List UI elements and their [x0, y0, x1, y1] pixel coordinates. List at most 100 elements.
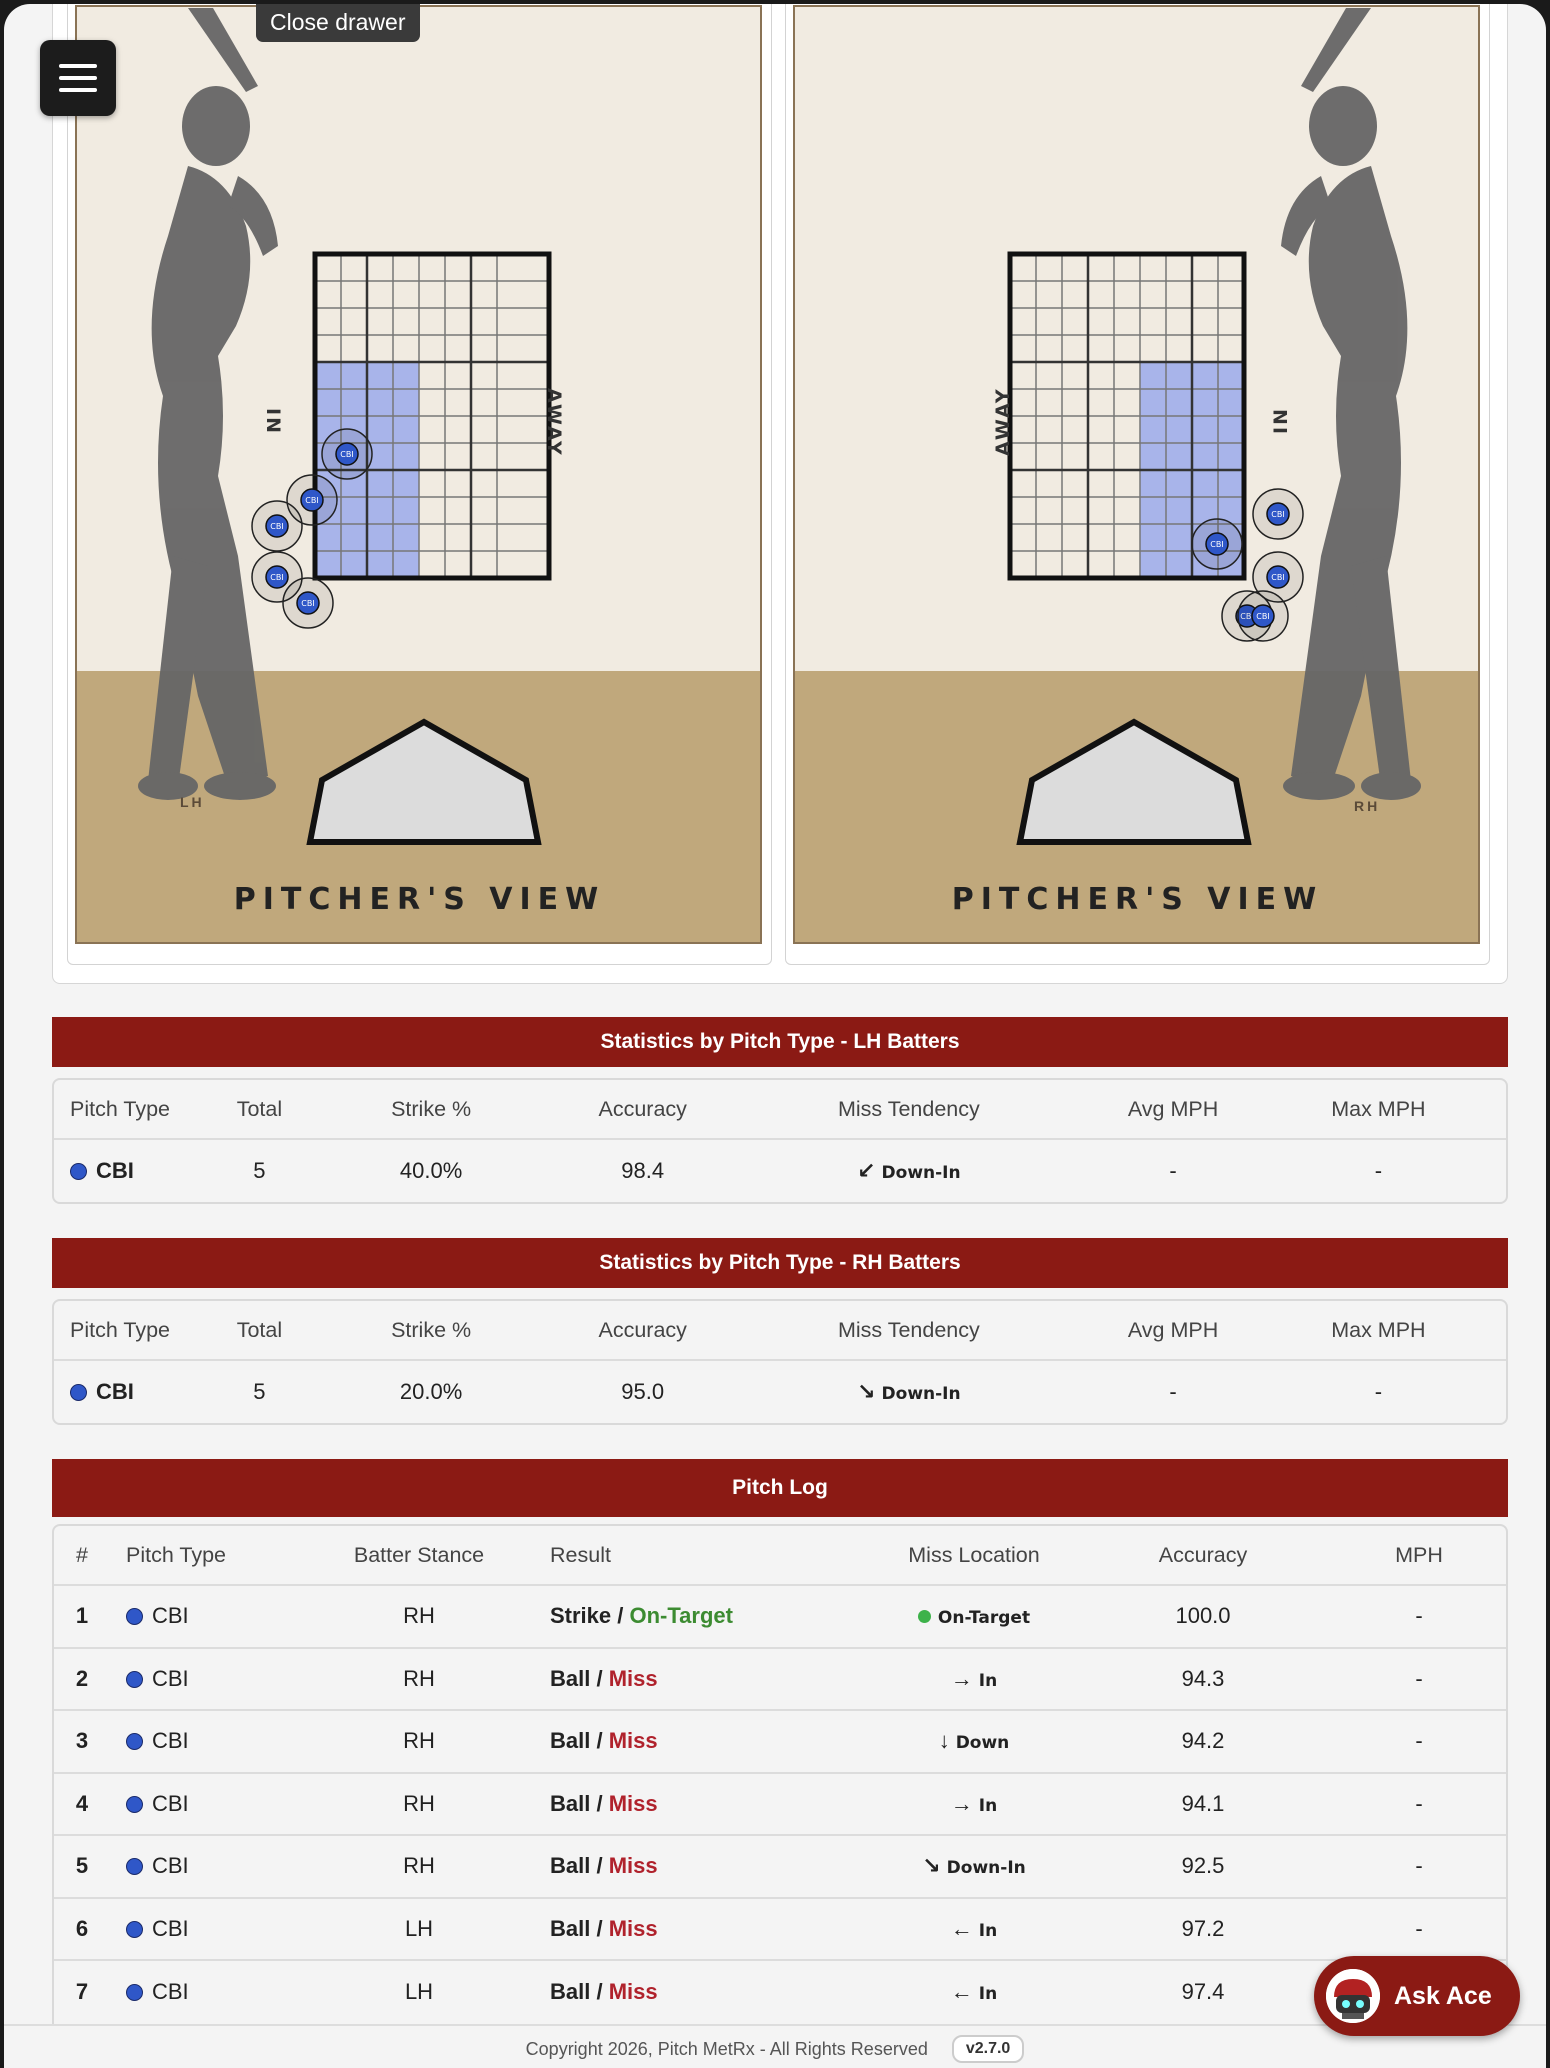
stance-label-lh: LH	[180, 794, 205, 810]
col-total: Total	[236, 1317, 283, 1342]
result-cell: Ball / Miss	[520, 1791, 874, 1817]
pitch-type-cell: CBI	[110, 1853, 318, 1879]
table-row: 7CBILHBall / Miss←In97.4-	[54, 1961, 1506, 2024]
pitch-color-dot	[126, 1858, 143, 1876]
svg-text:CBI: CBI	[301, 599, 314, 608]
col-accuracy: Accuracy	[598, 1096, 687, 1121]
result-separator: /	[590, 1979, 609, 2005]
mph-cell: -	[1415, 1853, 1423, 1879]
result-text: Strike	[550, 1603, 612, 1629]
arrow-down-left-icon: ↙	[857, 1158, 876, 1183]
row-number: 4	[75, 1790, 89, 1816]
row-number: 7	[75, 1979, 89, 2005]
table-row: CBI 5 20.0% 95.0 ↘ Down-In - -	[54, 1361, 1506, 1423]
col-number: #	[76, 1542, 88, 1567]
pitch-marker: CBI	[282, 577, 334, 629]
accuracy-cell: 97.2	[1181, 1915, 1225, 1941]
svg-text:CBI: CBI	[340, 450, 353, 459]
version-badge: v2.7.0	[951, 2035, 1025, 2063]
pitch-name: CBI	[152, 1790, 189, 1816]
lh-zone-graphic: CBI CBI CBI CBI CBI	[75, 5, 762, 944]
stats-rh-title: Statistics by Pitch Type - RH Batters	[52, 1238, 1508, 1288]
pitch-name: CBI	[152, 1853, 189, 1879]
pitch-name: CBI	[96, 1379, 134, 1404]
ask-ace-label: Ask Ace	[1394, 1981, 1492, 2010]
pitch-type-cell: CBI	[110, 1979, 318, 2005]
col-miss-tendency: Miss Tendency	[837, 1317, 980, 1342]
col-pitch-type: Pitch Type	[70, 1317, 170, 1342]
batter-stance-cell: LH	[404, 1979, 434, 2005]
svg-text:CBI: CBI	[1271, 573, 1284, 582]
col-strike: Strike %	[391, 1317, 472, 1342]
col-miss-tendency: Miss Tendency	[837, 1096, 980, 1121]
table-row: 3 CBI RH Ball / Miss ↓ Down 94.2-	[54, 1711, 1506, 1774]
pitch-name: CBI	[152, 1603, 189, 1629]
miss-location-text: In	[978, 1670, 998, 1691]
pitch-type-cell: CBI	[110, 1666, 318, 1692]
robot-avatar-icon	[1326, 1969, 1380, 2023]
result-text: Ball	[550, 1853, 591, 1879]
batter-stance-cell: RH	[403, 1603, 435, 1629]
pitch-color-dot	[126, 1670, 143, 1688]
miss-location-cell: ↘ Down-In	[874, 1853, 1074, 1879]
svg-text:CBI: CBI	[270, 522, 283, 531]
result-separator: /	[590, 1665, 609, 1691]
table-header-row: # Pitch Type Batter Stance Result Miss L…	[54, 1526, 1506, 1586]
avg-mph-cell: -	[1169, 1379, 1177, 1404]
col-miss-location: Miss Location	[908, 1542, 1040, 1567]
table-row: CBI 5 40.0% 98.4 ↙ Down-In - -	[54, 1140, 1506, 1202]
miss-location-cell: → In	[874, 1791, 1074, 1817]
row-number: 6	[75, 1915, 89, 1941]
app-frame: Close drawer CBI CBI CBI CBI CBI IN AWAY…	[4, 4, 1546, 2068]
result-separator: /	[590, 1853, 609, 1879]
pitch-type-cell: CBI	[110, 1728, 318, 1754]
ask-ace-button[interactable]: Ask Ace	[1314, 1956, 1520, 2036]
pitch-name: CBI	[96, 1158, 134, 1183]
arrow-right-icon: →	[950, 1665, 973, 1691]
col-max-mph: Max MPH	[1331, 1317, 1426, 1342]
pitch-name: CBI	[152, 1728, 189, 1754]
svg-text:CBI: CBI	[305, 496, 318, 505]
zones-card: CBI CBI CBI CBI CBI IN AWAY LH PITCHER'S…	[52, 4, 1508, 984]
outcome-text: Miss	[608, 1790, 658, 1816]
hamburger-line	[59, 76, 97, 80]
pitch-color-dot	[126, 1984, 143, 2002]
pitch-log-table: # Pitch Type Batter Stance Result Miss L…	[52, 1524, 1508, 2044]
svg-text:CBI: CBI	[1256, 612, 1269, 621]
miss-location-cell: ← In	[874, 1979, 1074, 2005]
pitchers-view-label: PITCHER'S VIEW	[951, 882, 1324, 917]
on-target-dot-icon	[917, 1610, 931, 1624]
col-result: Result	[550, 1542, 611, 1567]
table-header-row: Pitch Type Total Strike % Accuracy Miss …	[54, 1301, 1506, 1361]
row-number: 3	[75, 1728, 89, 1754]
pitch-name: CBI	[152, 1665, 189, 1691]
max-mph-cell: -	[1374, 1379, 1383, 1404]
pitch-type-cell: CBI	[110, 1603, 318, 1629]
col-avg-mph: Avg MPH	[1127, 1317, 1219, 1342]
menu-button[interactable]	[40, 40, 116, 116]
accuracy-cell: 92.5	[1181, 1853, 1225, 1879]
outcome-text: Miss	[608, 1665, 658, 1691]
zone-panel-rh: CBI CBI CBI CBI CBI AWAY IN RH PITCHER'S…	[785, 4, 1490, 965]
accuracy-cell: 100.0	[1175, 1603, 1231, 1629]
table-row: 5 CBI RH Ball / Miss ↘ Down-In 92.5-	[54, 1836, 1506, 1899]
outcome-text: Miss	[608, 1915, 658, 1941]
miss-location-text: On-Target	[937, 1608, 1031, 1629]
batter-stance-cell: RH	[403, 1790, 435, 1816]
batter-stance-cell: LH	[404, 1915, 434, 1941]
result-separator: /	[590, 1790, 609, 1816]
col-strike: Strike %	[391, 1096, 472, 1121]
row-number: 1	[75, 1603, 89, 1629]
pitch-marker: CBI	[1237, 590, 1289, 642]
tendency-text: Down-In	[881, 1384, 961, 1404]
outcome-text: Miss	[608, 1728, 658, 1754]
in-label: IN	[262, 408, 284, 435]
stats-rh-table: Pitch Type Total Strike % Accuracy Miss …	[52, 1299, 1508, 1425]
row-number: 2	[75, 1665, 89, 1691]
batter-stance-cell: RH	[403, 1853, 435, 1879]
pitch-color-dot	[126, 1733, 143, 1751]
pitch-log-title: Pitch Log	[52, 1459, 1508, 1517]
avg-mph-cell: -	[1169, 1158, 1177, 1183]
result-cell: Ball / Miss	[520, 1979, 874, 2005]
row-number: 5	[75, 1853, 89, 1879]
